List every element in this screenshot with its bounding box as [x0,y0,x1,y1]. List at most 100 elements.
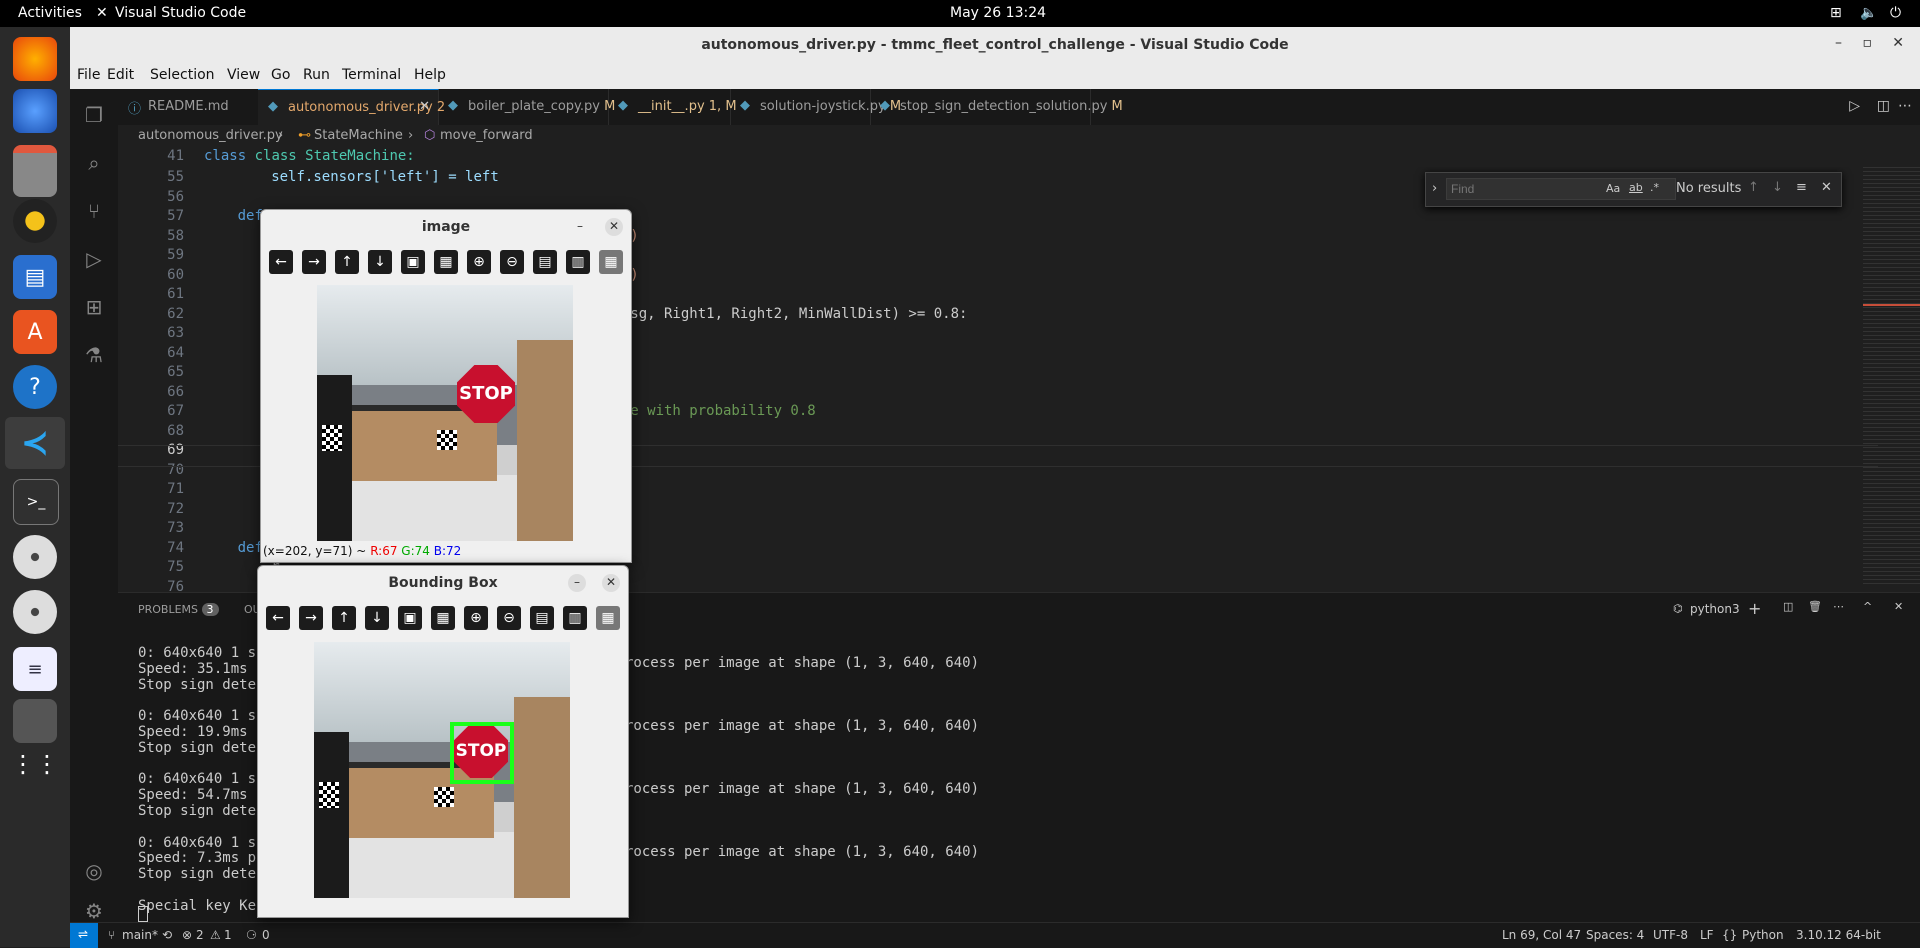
more-icon[interactable]: ⋯ [1833,600,1844,613]
maximize-panel-icon[interactable]: ^ [1863,600,1872,613]
close-icon[interactable]: ✕ [1892,35,1904,51]
find-in-selection-icon[interactable]: ≡ [1796,180,1807,195]
cv-close-icon[interactable]: ✕ [605,218,623,236]
close-find-icon[interactable]: ✕ [1821,180,1832,195]
tab-autonomous-driver[interactable]: ◆ autonomous_driver.py 2 ✕ [258,89,445,126]
zoom-out-icon[interactable]: ⊖ [500,250,524,274]
split-editor-icon[interactable]: ◫ [1877,98,1890,114]
line-ending[interactable]: LF [1700,928,1714,942]
warning-count[interactable]: 1 [224,928,232,942]
cv-minimize-icon[interactable]: – [568,574,586,592]
zoom-original-icon[interactable]: ▦ [431,606,455,630]
volume-icon[interactable]: 🔈 [1860,5,1877,21]
breadcrumb-file[interactable]: autonomous_driver.py [138,128,283,143]
run-file-icon[interactable]: ▷ [1849,98,1860,114]
run-debug-icon[interactable]: ▷ [82,247,106,271]
cv-minimize-icon[interactable]: – [571,218,589,236]
network-icon[interactable]: ⊞ [1830,5,1842,21]
ports-count[interactable]: 0 [262,928,270,942]
sync-icon[interactable]: ⟲ [162,928,172,942]
zoom-in-icon[interactable]: ⊕ [464,606,488,630]
files-icon[interactable] [13,145,57,197]
encoding[interactable]: UTF-8 [1653,928,1688,942]
disc-icon[interactable] [13,535,57,579]
menu-terminal[interactable]: Terminal [342,67,401,83]
zoom-original-icon[interactable]: ▦ [434,250,458,274]
disc-icon-2[interactable] [13,590,57,634]
pan-down-icon[interactable]: ↓ [365,606,389,630]
toggle-replace-icon[interactable]: › [1432,181,1437,196]
activities-button[interactable]: Activities [18,5,82,21]
match-case-toggle[interactable]: Aa [1606,182,1620,195]
minimize-icon[interactable]: – [1835,35,1842,51]
breadcrumb-method[interactable]: move_forward [440,128,533,143]
menu-selection[interactable]: Selection [150,67,215,83]
text-editor-icon[interactable]: ≡ [13,647,57,691]
save-icon[interactable]: ▤ [530,606,554,630]
split-terminal-icon[interactable]: ◫ [1783,600,1793,613]
show-apps-icon[interactable]: ⋮⋮ [11,742,59,786]
zoom-fit-icon[interactable]: ▣ [398,606,422,630]
terminal-icon[interactable]: >_ [13,479,59,525]
pan-up-icon[interactable]: ↑ [332,606,356,630]
previous-match-icon[interactable]: ↑ [1748,180,1759,195]
pan-left-icon[interactable]: ← [269,250,293,274]
new-terminal-icon[interactable]: + [1748,599,1761,618]
menu-help[interactable]: Help [414,67,446,83]
clock[interactable]: May 26 13:24 [950,5,1046,21]
properties-icon[interactable]: ▦ [599,250,623,274]
python-interpreter[interactable]: 3.10.12 64-bit [1796,928,1881,942]
settings-gear-icon[interactable]: ⚙ [82,899,106,923]
explorer-icon[interactable]: ❐ [82,103,106,127]
properties-icon[interactable]: ▦ [596,606,620,630]
copy-clipboard-icon[interactable]: ▥ [566,250,590,274]
pan-right-icon[interactable]: → [302,250,326,274]
pan-right-icon[interactable]: → [299,606,323,630]
account-icon[interactable]: ◎ [82,859,106,883]
language-mode[interactable]: Python [1742,928,1784,942]
pan-down-icon[interactable]: ↓ [368,250,392,274]
tab-solution-joystick[interactable]: ◆ solution-joystick.py M [730,89,901,125]
firefox-icon[interactable] [13,37,57,81]
rhythmbox-icon[interactable] [13,199,57,243]
error-count[interactable]: 2 [196,928,204,942]
app-menu-button[interactable]: Visual Studio Code [115,5,246,21]
minimap[interactable] [1863,167,1920,587]
zoom-in-icon[interactable]: ⊕ [467,250,491,274]
kill-terminal-icon[interactable]: 🗑 [1808,600,1822,613]
tab-stop-sign-detection[interactable]: ◆ stop_sign_detection_solution.py M [870,89,1123,125]
sticky-scroll[interactable]: 41 class class StateMachine: [118,147,1920,167]
match-word-toggle[interactable]: ab [1629,181,1643,194]
zoom-out-icon[interactable]: ⊖ [497,606,521,630]
tab-close-icon[interactable]: ✕ [419,99,430,114]
search-icon[interactable]: ⌕ [82,151,106,175]
regex-toggle[interactable]: .* [1650,181,1659,194]
copy-clipboard-icon[interactable]: ▥ [563,606,587,630]
close-panel-icon[interactable]: ✕ [1894,600,1903,613]
thunderbird-icon[interactable] [13,89,57,133]
save-icon[interactable]: ▤ [533,250,557,274]
power-icon[interactable]: ⏻ [1890,5,1901,21]
extensions-icon[interactable]: ⊞ [82,295,106,319]
indentation[interactable]: Spaces: 4 [1586,928,1644,942]
remote-indicator[interactable]: ⇌ [70,923,98,948]
breadcrumb-class[interactable]: StateMachine [314,128,403,143]
vscode-dock-icon[interactable]: ≺ [5,417,65,469]
more-actions-icon[interactable]: ⋯ [1898,98,1912,114]
tab-boiler-plate[interactable]: ◆ boiler_plate_copy.py M [438,89,615,125]
cv-close-icon[interactable]: ✕ [602,574,620,592]
problems-tab[interactable]: PROBLEMS 3 [138,603,219,616]
terminal-name[interactable]: python3 [1690,602,1740,616]
writer-icon[interactable]: ▤ [13,255,57,299]
testing-icon[interactable]: ⚗ [82,343,106,367]
menu-go[interactable]: Go [271,67,290,83]
drive-icon[interactable] [13,699,57,743]
tab-init[interactable]: ◆ __init__.py 1, M [608,89,737,125]
pan-left-icon[interactable]: ← [266,606,290,630]
cursor-position[interactable]: Ln 69, Col 47 [1502,928,1581,942]
tab-readme[interactable]: ⓘ README.md [118,89,259,125]
menu-edit[interactable]: Edit [107,67,134,83]
branch-name[interactable]: main* [122,928,158,942]
menu-view[interactable]: View [227,67,260,83]
menu-run[interactable]: Run [303,67,330,83]
